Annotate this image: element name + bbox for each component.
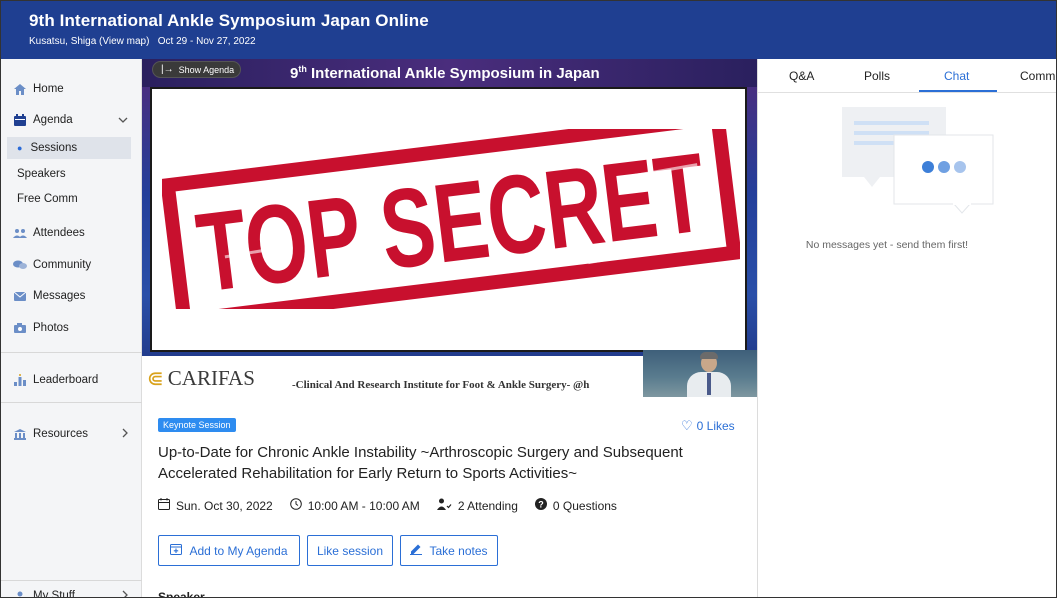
calendar-plus-icon — [170, 543, 183, 558]
empty-chat-message: No messages yet - send them first! — [805, 239, 969, 251]
carifas-subtitle: -Clinical And Research Institute for Foo… — [292, 379, 590, 391]
chat-bubbles-icon — [13, 260, 27, 270]
speaker-video-thumbnail — [643, 350, 757, 397]
people-icon — [13, 228, 27, 238]
speaker-heading: Speaker — [158, 590, 205, 598]
leaderboard-icon — [13, 374, 27, 386]
chevron-down-icon — [118, 114, 128, 126]
camera-icon — [13, 323, 27, 333]
event-header: 9th International Ankle Symposium Japan … — [1, 1, 1056, 59]
app-window: 9th International Ankle Symposium Japan … — [0, 0, 1057, 598]
sidebar-item-label: Resources — [33, 428, 88, 440]
top-secret-stamp: TOP SECRET — [162, 129, 740, 309]
likes-button[interactable]: ♡ 0 Likes — [681, 418, 735, 434]
sidebar: Home Agenda ● Sessions Speakers Free Com… — [1, 59, 142, 598]
view-map-link[interactable]: (View map) — [99, 36, 149, 47]
engagement-tabs: Q&A Polls Chat Communi — [758, 59, 1056, 93]
sidebar-item-community[interactable]: Community — [1, 253, 142, 277]
sidebar-item-my-stuff[interactable]: My Stuff — [1, 584, 142, 598]
sidebar-item-speakers[interactable]: Speakers — [1, 163, 142, 185]
sidebar-item-home[interactable]: Home — [1, 77, 142, 101]
tab-community[interactable]: Communi — [1020, 69, 1056, 83]
calendar-icon — [13, 114, 27, 126]
show-agenda-label: Show Agenda — [178, 64, 235, 75]
question-circle-icon: ? — [534, 498, 547, 513]
envelope-icon — [13, 291, 27, 301]
carifas-logo-mark-icon: ⋐ — [147, 368, 164, 390]
sidebar-item-label: Photos — [33, 322, 69, 334]
session-meta: Sun. Oct 30, 2022 10:00 AM - 10:00 AM 2 … — [158, 498, 634, 513]
building-icon — [13, 428, 27, 440]
video-player[interactable]: 9th International Ankle Symposium in Jap… — [142, 59, 757, 397]
show-agenda-arrow-icon: |→ — [161, 64, 174, 75]
empty-chat-illustration — [842, 107, 994, 214]
person-check-icon — [436, 498, 452, 513]
likes-count: 0 Likes — [696, 419, 735, 433]
tab-polls[interactable]: Polls — [864, 69, 890, 83]
sidebar-divider — [1, 352, 142, 353]
chevron-right-icon — [122, 428, 128, 441]
home-icon — [13, 83, 27, 95]
video-banner-title: 9th International Ankle Symposium in Jap… — [290, 64, 600, 82]
sidebar-item-label: Home — [33, 83, 64, 95]
session-questions: ? 0 Questions — [534, 498, 617, 513]
event-dates: Oct 29 - Nov 27, 2022 — [157, 36, 256, 47]
add-to-agenda-button[interactable]: Add to My Agenda — [158, 535, 300, 566]
edit-icon — [410, 543, 423, 558]
heart-icon: ♡ — [681, 418, 693, 433]
active-dot-icon: ● — [17, 143, 23, 153]
session-title: Up-to-Date for Chronic Ankle Instability… — [158, 444, 683, 482]
session-type-badge: Keynote Session — [158, 418, 236, 432]
sidebar-item-label: Free Comm — [17, 193, 78, 205]
sidebar-divider — [1, 580, 142, 581]
session-attending: 2 Attending — [436, 498, 518, 513]
tab-chat[interactable]: Chat — [944, 69, 969, 83]
sidebar-item-label: My Stuff — [33, 590, 75, 598]
sidebar-item-agenda[interactable]: Agenda — [1, 108, 142, 132]
carifas-logo: ⋐ CARIFAS — [147, 366, 255, 390]
sidebar-item-label: Attendees — [33, 227, 85, 239]
sidebar-item-photos[interactable]: Photos — [1, 316, 142, 340]
event-subtitle: Kusatsu, Shiga (View map) Oct 29 - Nov 2… — [29, 36, 1056, 47]
event-location: Kusatsu, Shiga — [29, 36, 97, 47]
sidebar-item-label: Messages — [33, 290, 86, 302]
active-tab-indicator — [919, 90, 997, 92]
sidebar-item-label: Leaderboard — [33, 374, 99, 386]
clock-icon — [289, 498, 302, 513]
sidebar-item-label: Speakers — [17, 168, 66, 180]
sidebar-item-label: Sessions — [30, 142, 78, 154]
like-session-button[interactable]: Like session — [307, 535, 393, 566]
presentation-slide: TOP SECRET — [150, 87, 747, 352]
tab-qa[interactable]: Q&A — [789, 69, 814, 83]
sidebar-item-label: Agenda — [33, 114, 73, 126]
event-title: 9th International Ankle Symposium Japan … — [29, 11, 429, 30]
svg-text:?: ? — [538, 500, 544, 510]
session-date: Sun. Oct 30, 2022 — [158, 498, 273, 513]
sidebar-item-messages[interactable]: Messages — [1, 284, 142, 308]
calendar-outline-icon — [158, 498, 170, 513]
sidebar-item-sessions[interactable]: ● Sessions — [7, 137, 131, 159]
sidebar-item-free-comm[interactable]: Free Comm — [1, 188, 142, 210]
sidebar-item-label: Community — [33, 259, 92, 271]
person-icon — [13, 591, 27, 598]
engagement-panel: Q&A Polls Chat Communi No messages yet -… — [757, 59, 1056, 597]
sidebar-item-resources[interactable]: Resources — [1, 422, 142, 446]
show-agenda-button[interactable]: |→ Show Agenda — [152, 61, 241, 78]
sidebar-item-attendees[interactable]: Attendees — [1, 221, 142, 245]
sidebar-divider — [1, 402, 142, 403]
sidebar-item-leaderboard[interactable]: Leaderboard — [1, 368, 142, 392]
session-time: 10:00 AM - 10:00 AM — [289, 498, 420, 513]
chevron-right-icon — [122, 590, 128, 597]
take-notes-button[interactable]: Take notes — [400, 535, 498, 566]
